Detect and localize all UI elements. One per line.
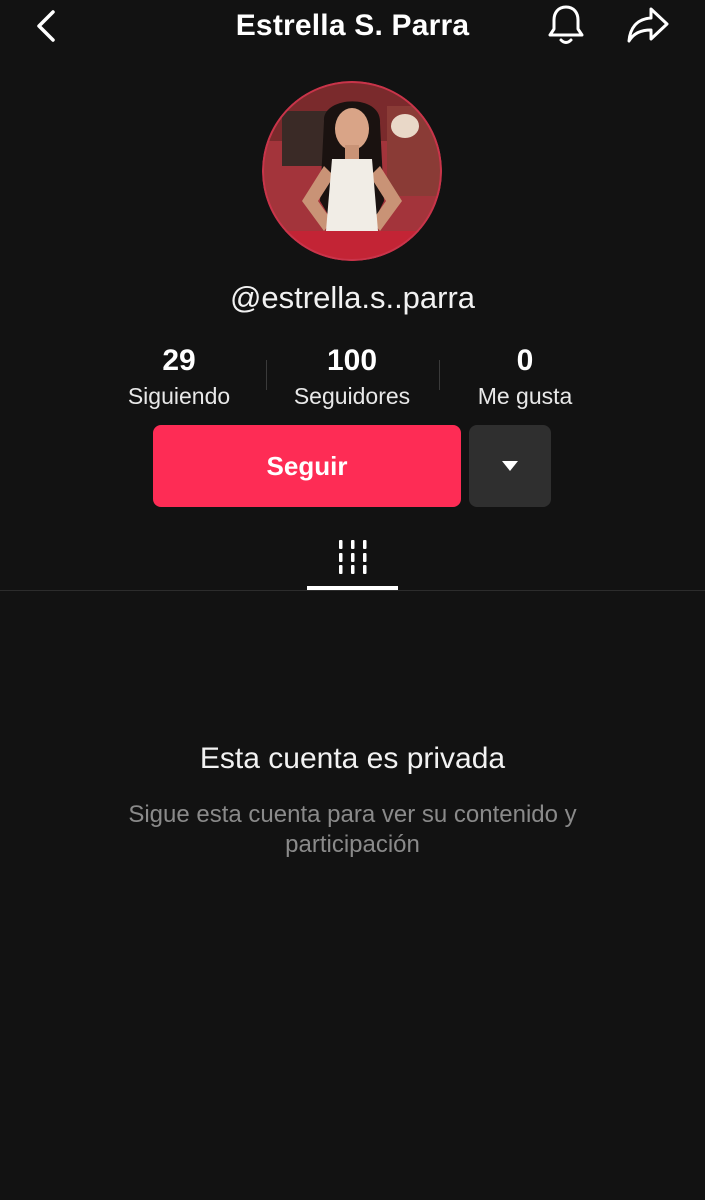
- grid-icon: [338, 540, 366, 574]
- more-options-button[interactable]: [469, 425, 551, 507]
- stat-followers-value: 100: [326, 344, 378, 377]
- page-title: Estrella S. Parra: [235, 9, 470, 42]
- caret-down-icon: [502, 461, 518, 471]
- stat-followers[interactable]: 100 Seguidores: [267, 342, 437, 412]
- stat-likes-label: Me gusta: [477, 383, 573, 409]
- stat-likes[interactable]: 0 Me gusta: [440, 342, 610, 412]
- share-arrow-icon: [627, 7, 669, 43]
- stat-following-value: 29: [162, 344, 196, 377]
- username: @estrella.s..parra: [229, 280, 476, 315]
- share-button[interactable]: [624, 2, 672, 48]
- stat-followers-label: Seguidores: [293, 383, 411, 409]
- stat-following[interactable]: 29 Siguiendo: [94, 342, 264, 412]
- stat-likes-value: 0: [516, 344, 534, 377]
- bell-icon: [548, 5, 584, 44]
- private-account-title: Esta cuenta es privada: [199, 742, 506, 775]
- tab-divider: [0, 590, 705, 591]
- notifications-button[interactable]: [543, 2, 589, 48]
- avatar[interactable]: [262, 81, 442, 261]
- top-bar: Estrella S. Parra: [0, 0, 705, 56]
- private-account-subtitle: Sigue esta cuenta para ver su contenido …: [128, 801, 577, 858]
- follow-button[interactable]: Seguir: [153, 425, 461, 507]
- stat-following-label: Siguiendo: [127, 383, 231, 409]
- tab-videos[interactable]: [307, 525, 398, 589]
- profile-photo: [262, 81, 442, 261]
